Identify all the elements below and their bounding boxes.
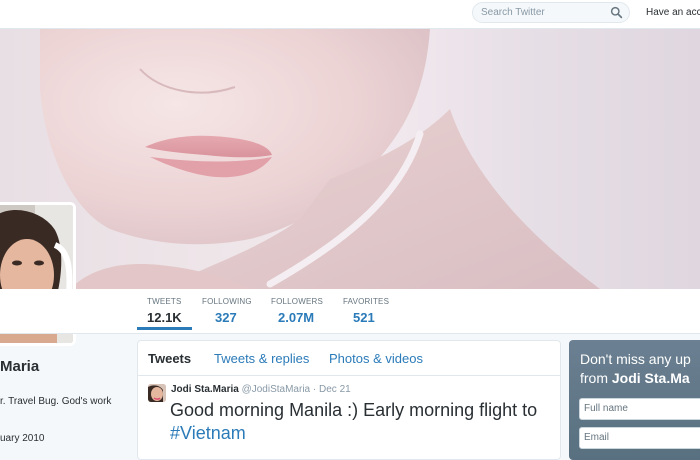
tweet-meta: Jodi Sta.Maria @JodiStaMaria · Dec 21 [171,384,351,395]
stat-following-value: 327 [215,310,237,325]
search-input[interactable] [481,5,607,20]
signup-panel: Don't miss any up from Jodi Sta.Ma [569,340,700,460]
stat-followers[interactable]: FOLLOWERS 2.07M [271,297,323,325]
stat-tweets[interactable]: TWEETS 12.1K [137,297,192,330]
tweet-author-name[interactable]: Jodi Sta.Maria [171,384,239,395]
tweet-author-avatar[interactable] [148,384,166,402]
signup-subheading-prefix: from [580,370,612,386]
profile-name: Maria [0,358,40,375]
signup-subheading: from Jodi Sta.Ma [580,370,690,386]
tweet-text: Good morning Manila :) Early morning fli… [170,399,560,445]
stat-following-label: FOLLOWING [202,297,252,306]
stat-tweets-label: TWEETS [147,297,182,306]
tweet-avatar-photo [148,384,166,402]
signup-subheading-name: Jodi Sta.Ma [611,370,690,386]
search-box[interactable] [472,2,630,23]
tweet-hashtag[interactable]: #Vietnam [170,423,246,443]
tweet-date[interactable]: Dec 21 [319,384,351,395]
stat-tweets-value: 12.1K [147,310,182,325]
stat-favorites-label: FAVORITES [343,297,390,306]
full-name-input[interactable] [584,403,700,414]
have-account-link[interactable]: Have an acco [646,7,700,18]
tweet-author-handle[interactable]: @JodiStaMaria [242,384,311,395]
profile-bio: r. Travel Bug. God's work [0,396,112,407]
tweet-text-body: Good morning Manila :) Early morning fli… [170,400,538,420]
email-input[interactable] [584,432,700,443]
stat-followers-value: 2.07M [278,310,315,325]
stat-favorites[interactable]: FAVORITES 521 [343,297,389,325]
tab-tweets[interactable]: Tweets [148,351,191,366]
top-navigation-bar: Have an acco [0,0,700,29]
email-field[interactable] [579,427,700,449]
timeline-panel: Tweets Tweets & replies Photos & videos … [137,340,561,460]
tab-tweets-replies[interactable]: Tweets & replies [214,351,309,366]
profile-header-image [0,29,700,289]
profile-stats-bar: TWEETS 12.1K FOLLOWING 327 FOLLOWERS 2.0… [0,289,700,334]
stat-following[interactable]: FOLLOWING 327 [202,297,252,325]
profile-joined-date: uary 2010 [0,433,45,444]
tweet-meta-separator: · [312,384,317,395]
full-name-field[interactable] [579,398,700,420]
stat-followers-label: FOLLOWERS [271,297,324,306]
timeline-tabs: Tweets Tweets & replies Photos & videos [138,341,560,376]
header-photo [40,29,600,289]
search-icon[interactable] [610,6,623,19]
signup-heading: Don't miss any up [580,351,691,367]
stat-favorites-value: 521 [353,310,375,325]
tab-photos-videos[interactable]: Photos & videos [329,351,423,366]
